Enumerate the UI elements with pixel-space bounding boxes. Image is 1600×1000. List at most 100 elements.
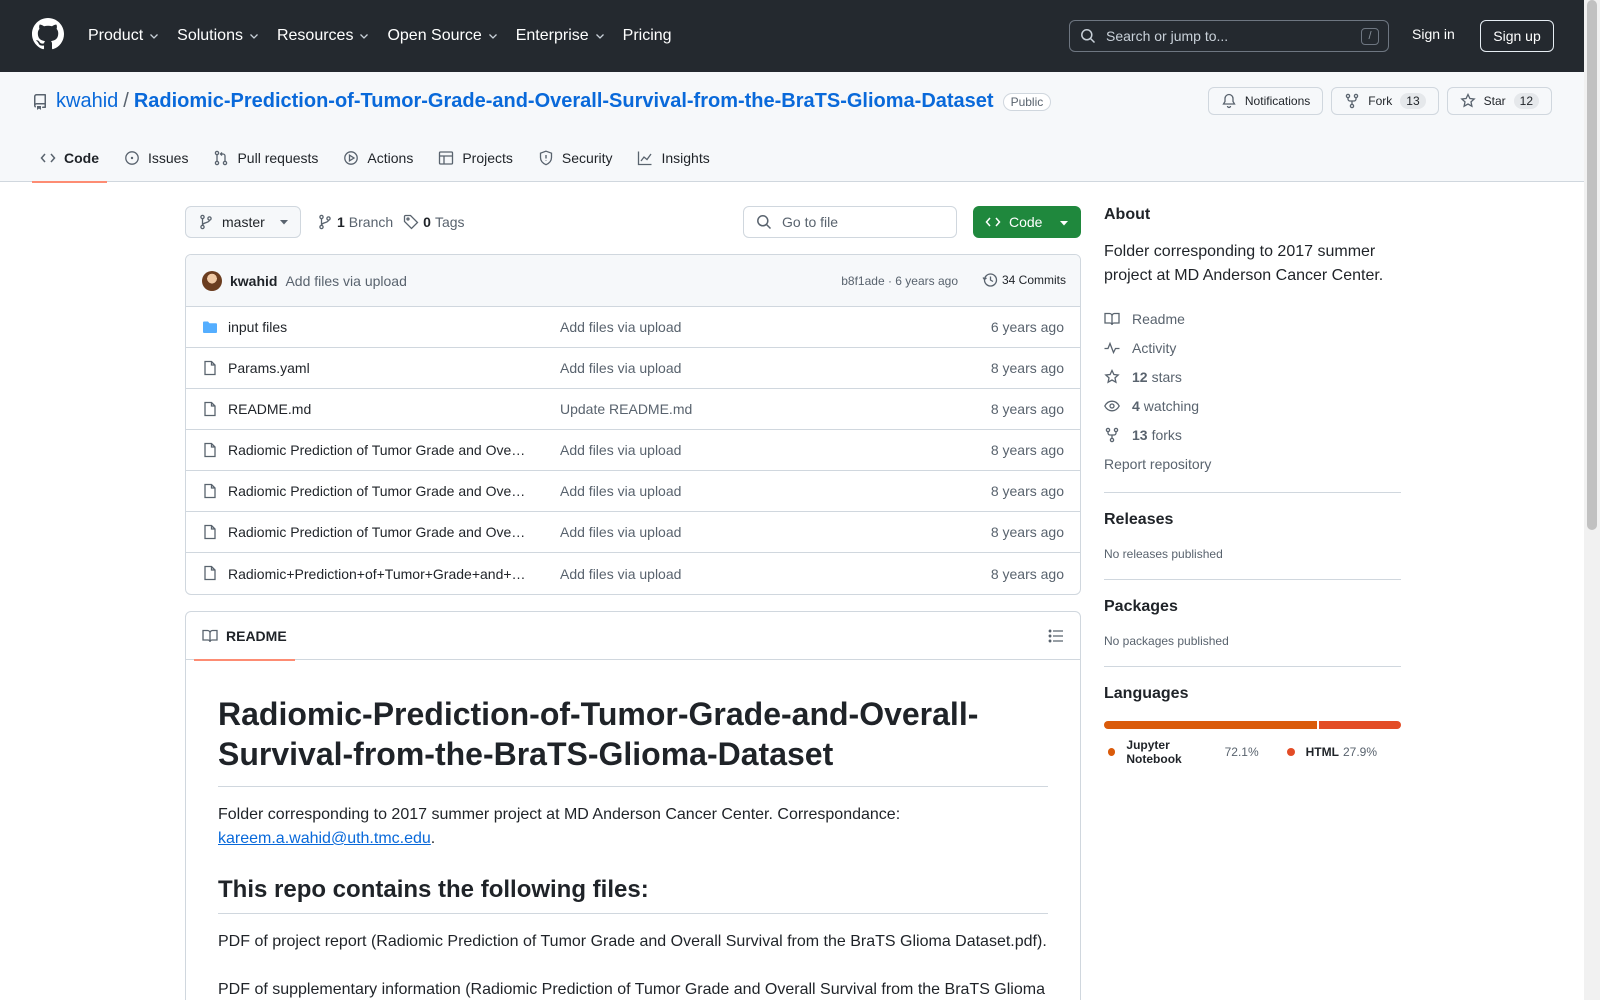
go-to-file-input[interactable]: Go to file	[743, 206, 957, 238]
nav-item-label: Open Source	[387, 27, 482, 44]
language-item[interactable]: HTML 27.9%	[1286, 738, 1377, 766]
nav-item-resources[interactable]: Resources	[277, 22, 370, 50]
branch-name: master	[222, 214, 265, 230]
table-row[interactable]: input files Add files via upload 6 years a…	[186, 307, 1080, 348]
file-commit-link[interactable]: Update README.md	[560, 401, 692, 417]
readme-tab-label: README	[226, 628, 287, 644]
table-row[interactable]: Radiomic Prediction of Tumor Grade and O…	[186, 430, 1080, 471]
file-name-link[interactable]: Radiomic+Prediction+of+Tumor+Grade+and+O…	[228, 566, 528, 582]
table-row[interactable]: Radiomic+Prediction+of+Tumor+Grade+and+O…	[186, 553, 1080, 594]
notifications-label: Notifications	[1244, 94, 1311, 108]
star-icon	[1459, 93, 1476, 108]
tab-projects[interactable]: Projects	[430, 134, 521, 182]
file-name-link[interactable]: README.md	[228, 401, 528, 417]
sidebar-link-label: stars	[1151, 368, 1182, 385]
file-commit-link[interactable]: Add files via upload	[560, 360, 681, 376]
file-name-link[interactable]: Radiomic Prediction of Tumor Grade and O…	[228, 442, 528, 458]
file-name-link[interactable]: input files	[228, 319, 528, 335]
report-repository-link[interactable]: Report repository	[1104, 449, 1401, 478]
readme-header: README	[186, 612, 1080, 661]
tab-issues[interactable]: Issues	[116, 134, 196, 182]
file-commit-link[interactable]: Add files via upload	[560, 442, 681, 458]
file-name-link[interactable]: Radiomic Prediction of Tumor Grade and O…	[228, 524, 528, 540]
tab-security[interactable]: Security	[530, 134, 621, 182]
readme-tab[interactable]: README	[194, 612, 295, 661]
releases-title[interactable]: Releases	[1104, 511, 1401, 529]
tab-insights[interactable]: Insights	[629, 134, 717, 182]
scrollbar-thumb[interactable]	[1587, 0, 1597, 530]
readme-paragraph: PDF of supplementary information (Radiom…	[218, 981, 1045, 998]
file-commit-link[interactable]: Add files via upload	[560, 524, 681, 540]
table-row[interactable]: Params.yaml Add files via upload 8 years a…	[186, 348, 1080, 389]
eye-icon	[1104, 400, 1120, 411]
avatar[interactable]	[202, 270, 222, 291]
file-type	[202, 319, 218, 335]
repo-owner-link[interactable]: kwahid	[56, 90, 118, 113]
repo-name-link[interactable]: Radiomic-Prediction-of-Tumor-Grade-and-O…	[134, 90, 994, 113]
visibility-badge: Public	[1002, 92, 1052, 111]
github-logo-icon[interactable]	[32, 18, 64, 50]
tab-pull-requests[interactable]: Pull requests	[205, 134, 326, 182]
sidebar-link-stars[interactable]: 12 stars	[1104, 362, 1401, 391]
languages-title: Languages	[1104, 685, 1189, 702]
chevron-down-icon	[250, 34, 258, 39]
file-age: 8 years ago	[990, 524, 1064, 540]
file-age: 8 years ago	[990, 360, 1064, 376]
file-commit-link[interactable]: Add files via upload	[560, 483, 681, 499]
file-commit-link[interactable]: Add files via upload	[560, 319, 681, 335]
file-commit-link[interactable]: Add files via upload	[560, 566, 681, 582]
chevron-down-icon	[150, 34, 159, 39]
packages-title[interactable]: Packages	[1104, 598, 1401, 616]
go-to-file-placeholder: Go to file	[782, 214, 839, 230]
notifications-button[interactable]: Notifications	[1207, 87, 1324, 115]
repo-path-separator: /	[123, 90, 129, 112]
tags-link[interactable]: 0 Tags	[403, 214, 465, 230]
readme-intro-text: Folder corresponding to 2017 summer proj…	[218, 806, 901, 823]
commit-hash-age[interactable]: b8f1ade · 6 years ago	[841, 274, 958, 288]
tab-code[interactable]: Code	[32, 134, 107, 183]
table-row[interactable]: Radiomic Prediction of Tumor Grade and O…	[186, 471, 1080, 512]
nav-item-open-source[interactable]: Open Source	[387, 22, 498, 50]
file-type	[202, 565, 218, 581]
nav-item-enterprise[interactable]: Enterprise	[516, 22, 606, 50]
file-icon	[204, 442, 216, 458]
language-item[interactable]: Jupyter Notebook 72.1%	[1108, 738, 1259, 766]
commit-message-link[interactable]: Add files via upload	[285, 273, 406, 289]
file-type	[202, 360, 218, 376]
tab-actions[interactable]: Actions	[335, 134, 421, 182]
sidebar-link-readme[interactable]: Readme	[1104, 304, 1401, 333]
branch-select-button[interactable]: master	[185, 206, 301, 238]
main-content: master 1 Branch 0 Tags Go to file Code k…	[185, 206, 1081, 1000]
sign-up-button[interactable]: Sign up	[1480, 20, 1554, 52]
commit-author-link[interactable]: kwahid	[230, 273, 277, 289]
sidebar-link-activity[interactable]: Activity	[1104, 333, 1401, 362]
nav-item-product[interactable]: Product	[88, 22, 160, 50]
repo-icon	[34, 93, 46, 110]
branches-link[interactable]: 1 Branch	[317, 214, 393, 230]
file-name-link[interactable]: Radiomic Prediction of Tumor Grade and O…	[228, 483, 528, 499]
global-search-input[interactable]: Search or jump to... /	[1069, 20, 1389, 52]
outline-list-icon[interactable]	[1048, 628, 1064, 644]
code-icon	[40, 153, 56, 163]
sidebar-link-forks[interactable]: 13 forks	[1104, 420, 1401, 449]
fork-button[interactable]: Fork 13	[1331, 87, 1439, 115]
packages-section: Packages No packages published	[1104, 579, 1401, 652]
sign-in-link[interactable]: Sign in	[1412, 26, 1455, 42]
code-dropdown-button[interactable]: Code	[973, 206, 1081, 238]
commits-history-link[interactable]: 34 Commits	[982, 272, 1066, 288]
email-link[interactable]: kareem.a.wahid@uth.tmc.edu	[218, 830, 431, 847]
star-button[interactable]: Star 12	[1446, 87, 1552, 115]
tab-label: Insights	[661, 150, 710, 166]
table-row[interactable]: README.md Update README.md 8 years ago	[186, 389, 1080, 430]
table-row[interactable]: Radiomic Prediction of Tumor Grade and O…	[186, 512, 1080, 553]
sidebar-link-watching[interactable]: 4 watching	[1104, 391, 1401, 420]
nav-item-pricing[interactable]: Pricing	[623, 22, 672, 50]
language-name: Jupyter Notebook	[1126, 738, 1182, 766]
tab-label: Projects	[462, 150, 513, 166]
file-name-link[interactable]: Params.yaml	[228, 360, 528, 376]
page-scrollbar[interactable]	[1584, 0, 1600, 1000]
issue-icon	[125, 151, 139, 165]
language-percent: 27.9%	[1342, 745, 1377, 759]
repo-title: kwahid / Radiomic-Prediction-of-Tumor-Gr…	[32, 90, 1052, 113]
nav-item-solutions[interactable]: Solutions	[177, 22, 260, 50]
